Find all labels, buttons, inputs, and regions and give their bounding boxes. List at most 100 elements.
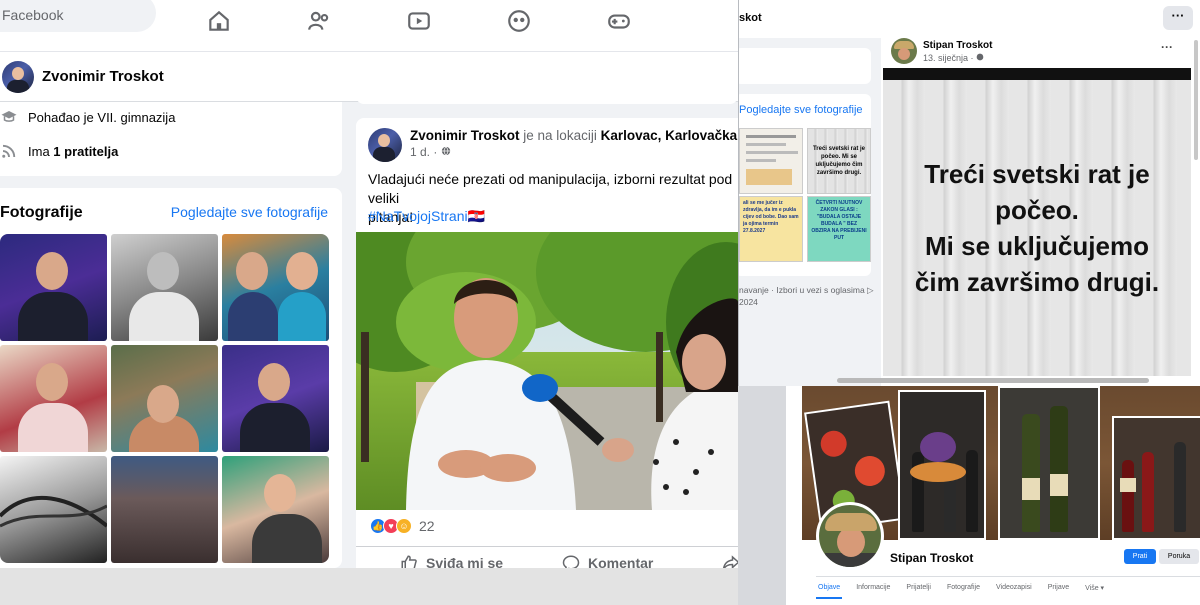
meme-line: Mi se uključujemo: [925, 231, 1149, 261]
graduation-cap-icon: [1, 111, 17, 122]
photo-thumbnail[interactable]: [111, 234, 218, 341]
cover-panel: [998, 386, 1100, 540]
post-head-text: Stipan Troskot 13. siječnja ·: [923, 40, 992, 63]
meme-line: čim završimo drugi.: [914, 267, 1160, 297]
gaming-icon[interactable]: [606, 8, 632, 34]
post-divider: [356, 546, 738, 547]
post-header: Zvonimir Troskot je na lokaciji Karlovac…: [368, 128, 738, 162]
photo-grid: [0, 234, 329, 563]
avatar[interactable]: [2, 60, 34, 93]
more-options-button[interactable]: ···: [1163, 6, 1193, 30]
post-meta[interactable]: 1 d. ·: [410, 145, 738, 159]
photo-thumbnail[interactable]: [0, 456, 107, 563]
footer-links[interactable]: navanje · Izbori u vezi s oglasima ▷: [739, 284, 879, 296]
cover-panel: [898, 390, 986, 540]
post-location[interactable]: Karlovac, Karlovačka žup: [601, 128, 738, 143]
tab-posts[interactable]: Objave: [816, 582, 843, 599]
profile-name[interactable]: Zvonimir Troskot: [42, 68, 164, 85]
photo-thumbnail[interactable]: [0, 345, 107, 452]
groups-icon[interactable]: [506, 8, 532, 34]
photo-thumbnail[interactable]: [222, 234, 329, 341]
photo-thumbnail[interactable]: [111, 456, 218, 563]
desktop-background: [0, 568, 738, 605]
post-location-prefix: je na lokaciji: [519, 128, 601, 143]
intro-followers-text: Ima 1 pratitelja: [28, 144, 118, 159]
photo-thumbnail[interactable]: ali se me jučer iz zdravlja, da im e puk…: [739, 196, 803, 262]
tab-more[interactable]: Više ▾: [1083, 582, 1106, 599]
intro-school-row: Pohađao je VII. gimnazija: [0, 108, 175, 126]
post-head-text: Zvonimir Troskot je na lokaciji Karlovac…: [410, 128, 738, 162]
post-image[interactable]: Treći svetski rat je počeo. Mi se uključ…: [883, 80, 1191, 376]
feed-card-edge: [356, 96, 738, 104]
avatar[interactable]: [368, 128, 402, 162]
intro-followers-row: Ima 1 pratitelja: [0, 142, 118, 160]
horizontal-scrollbar[interactable]: [837, 378, 1149, 383]
post-time[interactable]: 1 d. ·: [410, 145, 441, 159]
tab-friends[interactable]: Prijatelji: [904, 582, 933, 599]
care-reaction-icon: ☺: [396, 518, 412, 534]
comment-button[interactable]: Komentar: [562, 554, 653, 568]
friends-icon[interactable]: [306, 8, 332, 34]
photo-thumbnail[interactable]: ČETVRTI NJUTNOV ZAKON GLASI : "BUDALA OS…: [807, 196, 871, 262]
window-title: skot: [739, 12, 762, 24]
photo-thumbnail[interactable]: [739, 128, 803, 194]
post-time[interactable]: 13. siječnja ·: [923, 53, 976, 63]
intro-card: Pohađao je VII. gimnazija Ima 1 pratitel…: [0, 102, 342, 176]
post-card: Stipan Troskot 13. siječnja · ··· Treći …: [883, 36, 1191, 386]
reactions-summary[interactable]: 👍 ♥ ☺ 22: [370, 518, 435, 534]
profile-tabs: Objave Informacije Prijatelji Fotografij…: [816, 582, 1118, 599]
intro-school-text: Pohađao je VII. gimnazija: [28, 109, 176, 125]
post-options-icon[interactable]: ···: [1161, 40, 1173, 54]
sidebar-footer: navanje · Izbori u vezi s oglasima ▷ 202…: [739, 284, 879, 308]
post-hashtag[interactable]: #NaTvojojStrani🇭🇷: [368, 208, 485, 225]
share-icon[interactable]: [722, 554, 738, 568]
comment-icon: [562, 555, 580, 568]
rss-icon: [2, 144, 16, 158]
thumbs-up-icon: [401, 555, 417, 568]
photo-thumbnail[interactable]: [0, 234, 107, 341]
followers-prefix: Ima: [28, 143, 54, 159]
globe-icon: [441, 146, 450, 156]
post-author-line: Zvonimir Troskot je na lokaciji Karlovac…: [410, 128, 738, 143]
photo-thumbnail[interactable]: Treći svetski rat je počeo. Mi se uključ…: [807, 128, 871, 194]
photos-card: Pogledajte sve fotografije Treći svetski…: [739, 94, 871, 276]
see-all-photos-link[interactable]: Pogledajte sve fotografije: [171, 204, 328, 220]
home-icon[interactable]: [206, 8, 232, 34]
tab-photos[interactable]: Fotografije: [945, 582, 982, 599]
video-icon[interactable]: [406, 8, 432, 34]
comment-label: Komentar: [588, 555, 654, 568]
profile-header-bar: Zvonimir Troskot: [0, 52, 738, 102]
see-all-photos-link[interactable]: Pogledajte sve fotografije: [739, 104, 863, 116]
photo-thumbnail[interactable]: [222, 456, 329, 563]
post-author[interactable]: Stipan Troskot: [923, 40, 992, 51]
image-top-bar: [883, 68, 1191, 80]
meme-line: počeo.: [995, 195, 1079, 225]
post-author[interactable]: Zvonimir Troskot: [410, 128, 520, 143]
followers-count[interactable]: 1 pratitelja: [53, 144, 118, 159]
photo-thumbnail[interactable]: [222, 345, 329, 452]
post-image[interactable]: [356, 232, 738, 510]
vertical-scrollbar[interactable]: [1194, 40, 1198, 160]
photo-thumbnail[interactable]: [111, 345, 218, 452]
post-meta[interactable]: 13. siječnja ·: [923, 53, 992, 63]
search-input[interactable]: Facebook: [0, 0, 156, 32]
meme-line: Treći svetski rat je: [924, 159, 1150, 189]
profile-avatar[interactable]: [816, 502, 884, 570]
globe-icon: [976, 53, 984, 60]
tab-checkins[interactable]: Prijave: [1046, 582, 1071, 599]
tab-videos[interactable]: Videozapisi: [994, 582, 1034, 599]
meme-text: Treći svetski rat je počeo. Mi se uključ…: [887, 156, 1187, 300]
reaction-count[interactable]: 22: [419, 518, 435, 534]
like-button[interactable]: Sviđa mi se: [400, 554, 503, 568]
facebook-window-profile: Stipan Troskot Prati Poruka Objave Infor…: [786, 386, 1200, 605]
sidebar-card: [739, 48, 871, 84]
tab-about[interactable]: Informacije: [854, 582, 892, 599]
facebook-window-left: Facebook Zvonimir Troskot Pohađao je VII…: [0, 0, 738, 568]
footer-year: 2024: [739, 297, 758, 307]
thumbnail-text: ali se me jučer iz zdravlja, da im e puk…: [743, 200, 799, 234]
sidebar-column: Pogledajte sve fotografije Treći svetski…: [739, 38, 881, 386]
cover-panel: [1112, 416, 1200, 540]
message-button[interactable]: Poruka: [1159, 549, 1199, 564]
follow-button[interactable]: Prati: [1124, 549, 1156, 564]
avatar[interactable]: [891, 38, 917, 64]
